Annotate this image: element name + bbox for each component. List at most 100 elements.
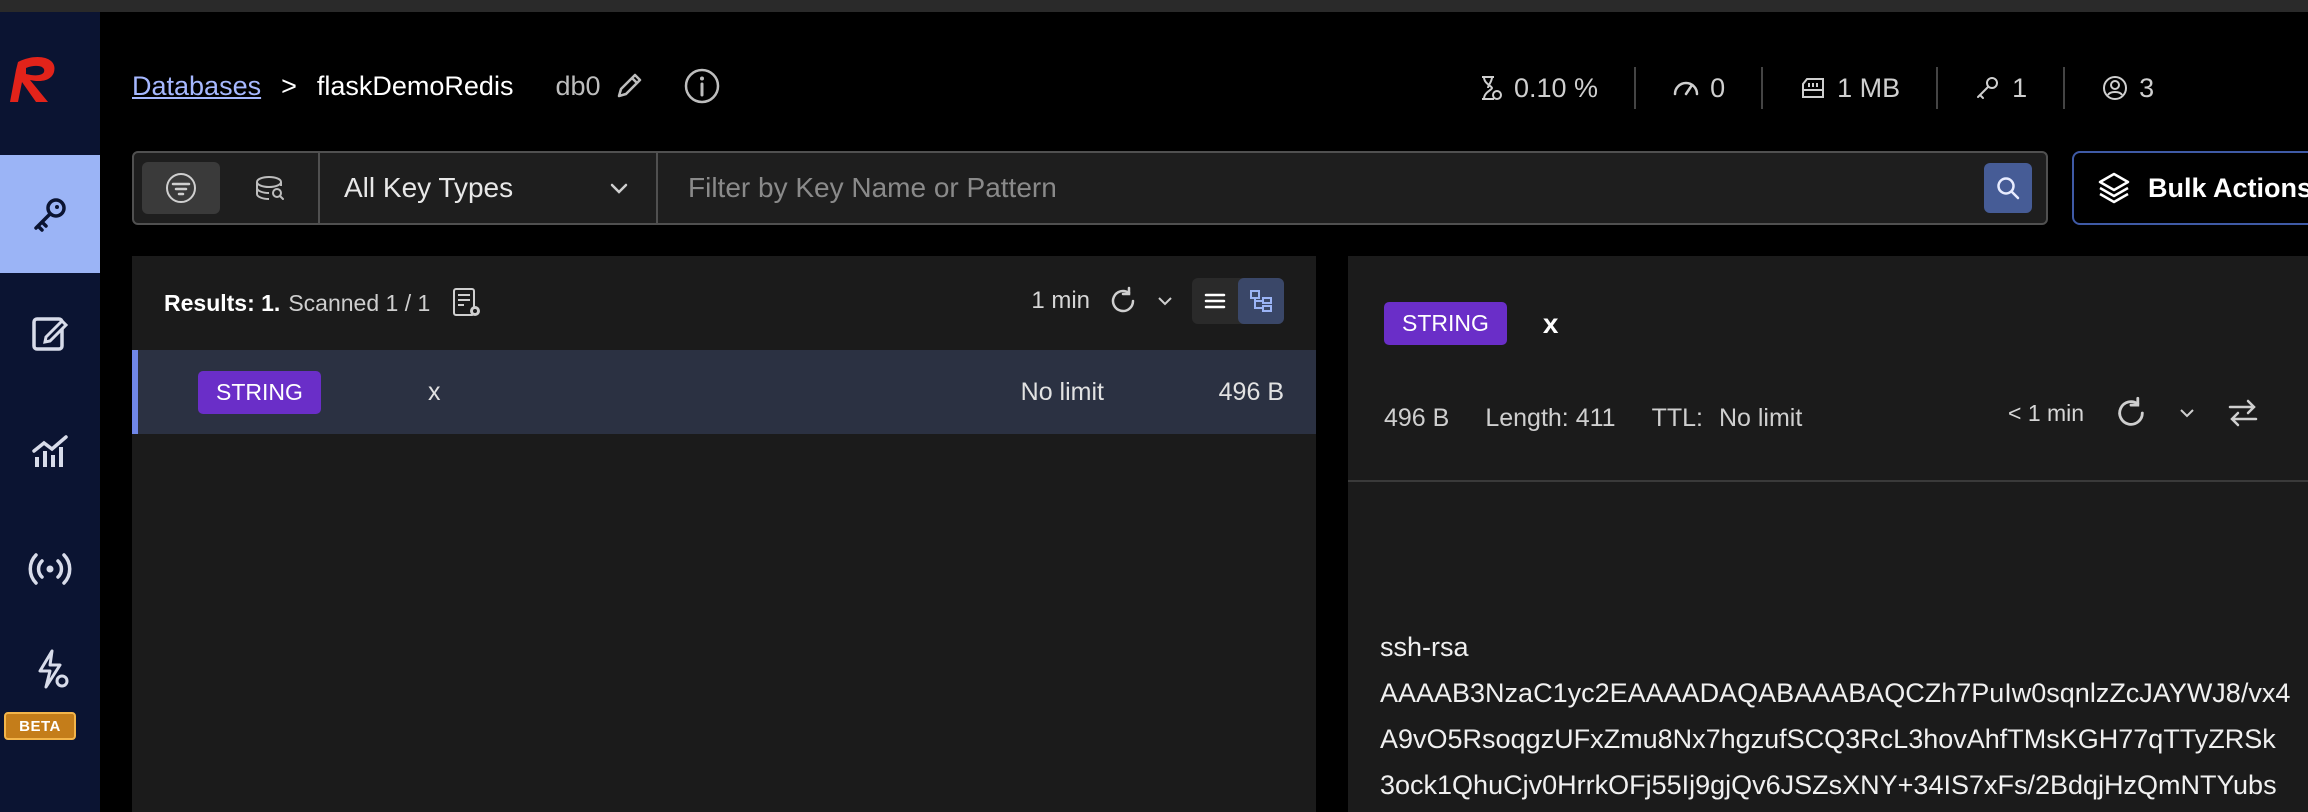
db-index: db0 [555,70,601,101]
swap-arrows-icon [2228,399,2258,427]
refresh-icon [1111,286,1135,313]
detail-last-refresh: < 1 min [2008,399,2085,426]
sidebar-item-pubsub[interactable] [0,510,100,628]
key-icon [1977,77,1999,99]
key-details-toolbar: < 1 min [2008,396,2260,430]
lightning-gear-icon [38,649,69,689]
breadcrumb-separator: > [281,70,297,101]
key-list-panel: Results: 1. Scanned 1 / 1 1 min STRING x… [132,256,1316,812]
database-info-button[interactable] [683,67,721,105]
results-count: Results: 1. [164,289,281,316]
chevron-down-icon [2180,409,2194,418]
user-icon [2103,76,2128,100]
redis-logo-icon[interactable] [8,50,68,110]
beta-badge: BETA [4,712,76,740]
memory-icon [1802,78,1825,98]
chevron-down-icon [610,183,628,194]
breadcrumb-databases-link[interactable]: Databases [132,71,261,102]
value-line: AAAAB3NzaC1yc2EAAAADAQABAAABAQCZh7PuIw0s… [1380,678,2291,708]
detail-key-name[interactable]: x [1543,308,1559,340]
pattern-search-toggle[interactable] [142,162,220,214]
tree-view-icon [1250,290,1272,312]
scanned-count: Scanned 1 / 1 [288,289,431,316]
window-top-strip [0,0,2308,12]
detail-type-badge: STRING [1384,302,1507,345]
scan-more-button[interactable] [450,286,484,320]
chevron-down-icon [1158,297,1172,306]
key-type-select[interactable]: All Key Types [320,153,658,223]
format-switch-button[interactable] [2226,396,2260,430]
vector-search-toggle[interactable] [230,162,308,214]
key-type-value: All Key Types [344,172,514,203]
detail-length: Length: 411 [1485,404,1616,432]
key-icon [34,198,66,232]
sidebar: BETA [0,12,100,812]
key-value-content[interactable]: ssh-rsa AAAAB3NzaC1yc2EAAAADAQABAAABAQCZ… [1380,624,2290,808]
bulk-actions-button[interactable]: Bulk Actions [2072,151,2308,225]
value-line: 3ock1QhuCjv0HrrkOFj55Ij9gjQv6JSZsXNY+34I… [1380,770,2277,800]
key-list-row[interactable]: STRING x No limit 496 B [132,350,1316,434]
list-icon [1204,293,1226,309]
breadcrumb: Databases > flaskDemoRedis db0 [132,67,721,105]
edit-note-icon [32,317,69,351]
key-ttl: No limit [1020,377,1104,406]
info-icon [684,68,719,104]
sidebar-item-workbench[interactable] [0,274,100,392]
gauge-icon [1673,81,1699,96]
database-name: flaskDemoRedis [316,70,514,101]
auto-refresh-dropdown[interactable] [1156,292,1174,310]
tree-view-button[interactable] [1238,278,1284,324]
details-divider [1348,480,2308,482]
detail-size: 496 B [1384,404,1450,432]
stat-keys: 1 [1938,67,2066,109]
filter-bar: All Key Types [132,151,2048,225]
bulk-actions-label: Bulk Actions [2148,172,2308,203]
search-submit-button[interactable] [1984,163,2032,213]
refresh-list-button[interactable] [1108,286,1138,316]
key-details-header: STRING x [1384,302,1558,345]
auto-refresh-key-dropdown[interactable] [2178,404,2196,422]
stat-memory-value: 1 MB [1837,72,1901,103]
last-refresh-time: 1 min [1031,287,1090,314]
key-details-meta: 496 B Length: 411 TTL: No limit [1384,404,1838,433]
view-mode-toggle [1192,278,1284,324]
edit-db-index-button[interactable] [613,70,645,102]
stat-ops-value: 0 [1710,72,1726,103]
key-filter-field [658,153,1970,223]
detail-ttl-label: TTL: [1651,404,1703,432]
search-icon [1997,177,2020,200]
sidebar-item-triggers[interactable] [0,634,100,704]
key-type-badge: STRING [198,370,321,414]
layers-icon [2098,172,2130,204]
list-view-button[interactable] [1192,278,1238,324]
stat-cpu: 0.10 % [1440,67,1637,109]
search-mode-toggles [134,153,320,223]
value-line: A9vO5RsoqgzUFxZmu8Nx7hgzufSCQ3RcL3hovAhf… [1380,724,2276,754]
key-filter-input[interactable] [688,172,1970,204]
filter-icon [166,173,196,203]
detail-ttl-value[interactable]: No limit [1719,404,1802,433]
sidebar-item-analysis[interactable] [0,392,100,510]
key-details-panel: STRING x 496 B Length: 411 TTL: No limit… [1348,256,2308,812]
stat-ops: 0 [1636,67,1764,109]
stat-memory: 1 MB [1763,67,1939,109]
stat-clients-value: 3 [2139,72,2155,103]
list-toolbar: 1 min [1031,278,1284,324]
vector-search-icon [256,176,284,200]
scan-settings-icon [453,288,481,316]
key-name: x [428,377,441,406]
database-stats: 0.10 % 0 1 MB 1 3 [1440,67,2190,109]
cpu-timer-icon [1482,76,1502,100]
broadcast-icon [28,553,72,585]
sidebar-item-browser[interactable] [0,155,100,273]
refresh-key-button[interactable] [2114,396,2148,430]
header: Databases > flaskDemoRedis db0 0.10 % 0 … [100,12,2308,152]
key-list-header: Results: 1. Scanned 1 / 1 1 min [132,256,1316,350]
stat-cpu-value: 0.10 % [1514,72,1599,103]
pencil-icon [617,73,641,98]
key-size: 496 B [1218,377,1284,406]
analytics-chart-icon [32,435,68,467]
stat-clients: 3 [2065,67,2190,109]
refresh-icon [2118,396,2144,426]
stat-keys-value: 1 [2012,72,2028,103]
